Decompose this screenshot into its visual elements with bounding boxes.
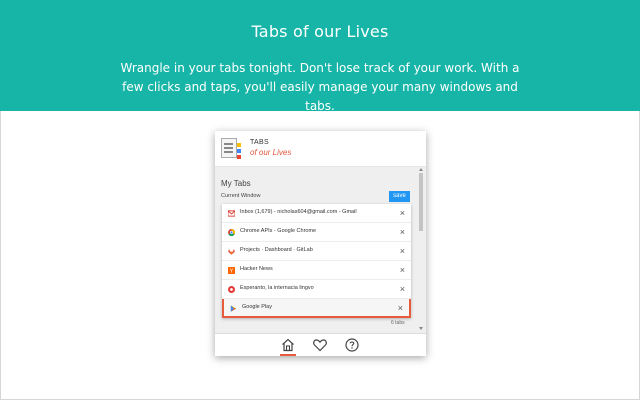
my-tabs-title: My Tabs bbox=[221, 179, 251, 188]
popup-header: TABS of our Lives bbox=[215, 131, 426, 167]
extension-popup: TABS of our Lives My Tabs Current Window… bbox=[215, 131, 426, 356]
scroll-up-icon[interactable] bbox=[419, 168, 423, 171]
tab-count: 6 tabs bbox=[391, 320, 405, 326]
close-icon[interactable]: × bbox=[400, 264, 405, 276]
tab-row[interactable]: Esperanto, la internacia lingvo × bbox=[222, 280, 411, 299]
save-button[interactable]: save bbox=[389, 191, 410, 202]
favorites-button[interactable] bbox=[312, 337, 328, 353]
tab-row-active[interactable]: Google Play × bbox=[222, 299, 411, 318]
gitlab-icon bbox=[228, 248, 235, 255]
tab-title: Chrome APIs - Google Chrome bbox=[240, 228, 317, 234]
tab-row[interactable]: Chrome APIs - Google Chrome × bbox=[222, 223, 411, 242]
google-play-icon bbox=[230, 305, 237, 312]
tab-title: Google Play bbox=[242, 304, 272, 310]
home-icon bbox=[282, 338, 294, 352]
home-button[interactable] bbox=[280, 337, 296, 356]
tab-row[interactable]: Projects · Dashboard · GitLab × bbox=[222, 242, 411, 261]
scrollbar[interactable] bbox=[418, 167, 424, 333]
scroll-down-icon[interactable] bbox=[419, 327, 423, 330]
chrome-icon bbox=[228, 229, 235, 236]
brand-name-top: TABS bbox=[250, 139, 269, 146]
scroll-thumb[interactable] bbox=[419, 173, 423, 231]
brand-name-bottom: of our Lives bbox=[250, 148, 292, 157]
tab-row[interactable]: Y Hacker News × bbox=[222, 261, 411, 280]
help-icon bbox=[345, 338, 359, 352]
tab-row[interactable]: Inbox (1,679) - nicholas604@gmail.com - … bbox=[222, 204, 411, 223]
hacker-news-icon: Y bbox=[228, 267, 235, 274]
esperanto-icon bbox=[228, 286, 235, 293]
hero-title: Tabs of our Lives bbox=[251, 22, 389, 41]
tab-list: Inbox (1,679) - nicholas604@gmail.com - … bbox=[222, 204, 411, 318]
gmail-icon bbox=[228, 210, 235, 217]
close-icon[interactable]: × bbox=[400, 207, 405, 219]
hero-description: Wrangle in your tabs tonight. Don't lose… bbox=[120, 61, 520, 113]
current-window-label: Current Window bbox=[221, 193, 261, 199]
help-button[interactable] bbox=[344, 337, 360, 353]
tab-title: Inbox (1,679) - nicholas604@gmail.com - … bbox=[240, 209, 357, 215]
hero-banner: Tabs of our Lives Wrangle in your tabs t… bbox=[0, 0, 640, 113]
tab-title: Projects · Dashboard · GitLab bbox=[240, 247, 313, 253]
tab-title: Hacker News bbox=[240, 266, 273, 272]
heart-icon bbox=[313, 339, 327, 352]
close-icon[interactable]: × bbox=[400, 245, 405, 257]
popup-body: My Tabs Current Window save Inbox (1,679… bbox=[215, 167, 426, 333]
close-icon[interactable]: × bbox=[400, 226, 405, 238]
popup-footer bbox=[215, 333, 426, 356]
close-icon[interactable]: × bbox=[398, 302, 403, 314]
tabs-logo-icon bbox=[221, 138, 241, 162]
close-icon[interactable]: × bbox=[400, 283, 405, 295]
tab-title: Esperanto, la internacia lingvo bbox=[240, 285, 314, 291]
